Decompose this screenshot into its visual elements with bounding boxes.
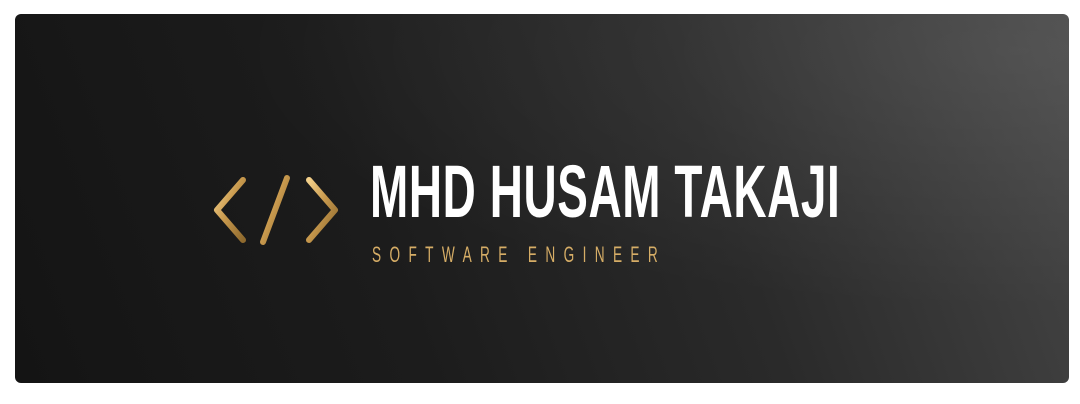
profile-banner: MHD HUSAM TAKAJI SOFTWARE ENGINEER	[15, 14, 1069, 383]
code-brackets-icon	[214, 175, 338, 245]
role-subtitle: SOFTWARE ENGINEER	[372, 242, 667, 267]
name-title: MHD HUSAM TAKAJI	[370, 150, 841, 233]
